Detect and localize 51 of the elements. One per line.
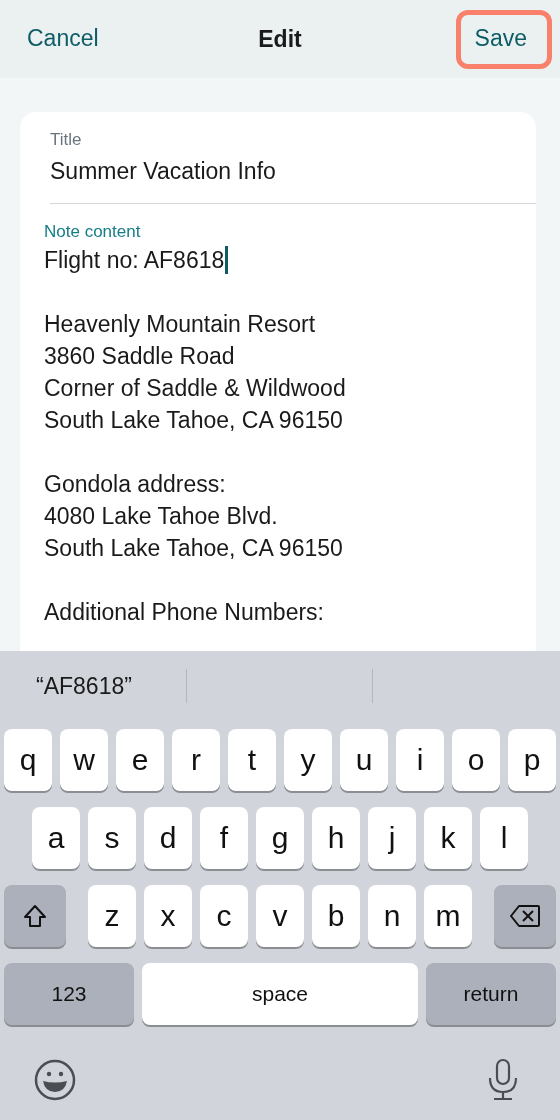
keyboard-key[interactable]: b	[312, 885, 360, 947]
delete-key[interactable]	[494, 885, 556, 947]
keyboard-key[interactable]: i	[396, 729, 444, 791]
note-text-line: South Lake Tahoe, CA 96150	[44, 534, 343, 563]
note-text-line: Gondola address:	[44, 470, 226, 499]
return-key[interactable]: return	[426, 963, 556, 1025]
keyboard-key[interactable]: p	[508, 729, 556, 791]
note-text-line: Flight no: AF8618	[44, 246, 225, 275]
numbers-key[interactable]: 123	[4, 963, 134, 1025]
keyboard-key[interactable]: u	[340, 729, 388, 791]
keyboard-key[interactable]: r	[172, 729, 220, 791]
keyboard-key[interactable]: x	[144, 885, 192, 947]
save-button[interactable]: Save	[455, 9, 552, 69]
keyboard-key[interactable]: t	[228, 729, 276, 791]
keyboard-key[interactable]: o	[452, 729, 500, 791]
backspace-icon	[509, 904, 541, 928]
keyboard-key[interactable]: y	[284, 729, 332, 791]
keyboard-key[interactable]: j	[368, 807, 416, 869]
keyboard-key[interactable]: s	[88, 807, 136, 869]
keyboard-key[interactable]: z	[88, 885, 136, 947]
keyboard-key[interactable]: d	[144, 807, 192, 869]
cancel-button[interactable]: Cancel	[18, 11, 124, 67]
note-text-line: 4080 Lake Tahoe Blvd.	[44, 502, 278, 531]
keyboard-key[interactable]: v	[256, 885, 304, 947]
note-text-line: Corner of Saddle & Wildwood	[44, 374, 346, 403]
emoji-icon[interactable]	[34, 1058, 76, 1101]
suggestion[interactable]: “AF8618”	[36, 672, 132, 700]
microphone-icon[interactable]	[486, 1057, 520, 1102]
note-text-line: South Lake Tahoe, CA 96150	[44, 406, 343, 435]
title-field[interactable]: Summer Vacation Info	[50, 158, 276, 185]
keyboard-key[interactable]: n	[368, 885, 416, 947]
keyboard-key[interactable]: l	[480, 807, 528, 869]
field-label: Title	[50, 130, 82, 150]
note-text-line: Heavenly Mountain Resort	[44, 310, 316, 339]
shift-key[interactable]	[4, 885, 66, 947]
note-text-line: 3860 Saddle Road	[44, 342, 235, 371]
keyboard-key[interactable]: q	[4, 729, 52, 791]
keyboard-key[interactable]: a	[32, 807, 80, 869]
keyboard-key[interactable]: c	[200, 885, 248, 947]
shift-icon	[22, 903, 48, 929]
keyboard-key[interactable]: m	[424, 885, 472, 947]
keyboard-key[interactable]: k	[424, 807, 472, 869]
note-text-line: Additional Phone Numbers:	[44, 598, 324, 627]
keyboard-key[interactable]: f	[200, 807, 248, 869]
field-label: Note content	[44, 222, 141, 242]
keyboard-key[interactable]: g	[256, 807, 304, 869]
keyboard-key[interactable]: w	[60, 729, 108, 791]
keyboard-key[interactable]: e	[116, 729, 164, 791]
keyboard-key[interactable]: h	[312, 807, 360, 869]
space-key[interactable]: space	[142, 963, 418, 1025]
screen-title: Edit	[258, 25, 302, 53]
